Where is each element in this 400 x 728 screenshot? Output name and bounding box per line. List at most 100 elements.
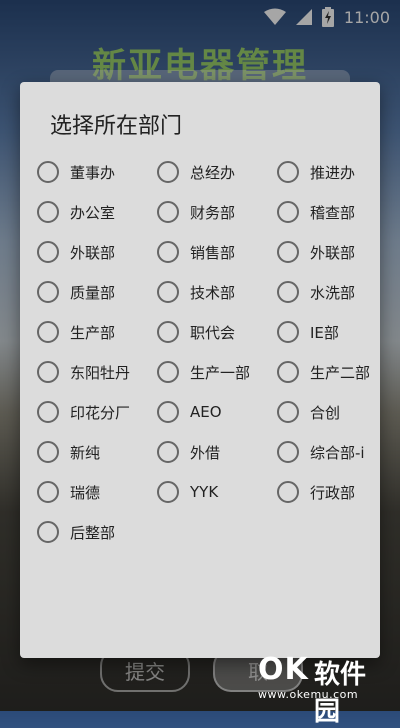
department-option[interactable]: 生产二部	[274, 352, 380, 392]
radio-icon	[157, 161, 179, 183]
option-row: 办公室 财务部 稽查部	[34, 192, 380, 232]
option-row: 后整部	[34, 512, 380, 552]
radio-icon	[277, 281, 299, 303]
radio-icon	[157, 201, 179, 223]
department-option[interactable]: IE部	[274, 312, 380, 352]
dialog-title: 选择所在部门	[50, 114, 183, 139]
department-option[interactable]: 水洗部	[274, 272, 380, 312]
department-option[interactable]: 新纯	[34, 432, 152, 472]
option-label: 销售部	[190, 243, 236, 262]
department-option[interactable]: 办公室	[34, 192, 152, 232]
radio-icon	[157, 361, 179, 383]
department-option[interactable]: 生产一部	[154, 352, 272, 392]
option-label: 外联部	[70, 243, 116, 262]
radio-icon	[277, 481, 299, 503]
option-label: 推进办	[310, 163, 356, 182]
radio-icon	[277, 161, 299, 183]
department-option[interactable]: 东阳牡丹	[34, 352, 152, 392]
option-label: 技术部	[190, 283, 236, 302]
radio-icon	[277, 441, 299, 463]
option-label: 东阳牡丹	[70, 363, 131, 382]
department-option[interactable]: YYK	[154, 472, 272, 512]
radio-icon	[37, 161, 59, 183]
radio-icon	[37, 401, 59, 423]
option-row: 东阳牡丹 生产一部 生产二部	[34, 352, 380, 392]
option-row: 瑞德 YYK 行政部	[34, 472, 380, 512]
option-label: 外联部	[310, 243, 356, 262]
radio-icon	[157, 241, 179, 263]
radio-icon	[277, 361, 299, 383]
department-option[interactable]: 生产部	[34, 312, 152, 352]
department-option[interactable]: 外联部	[34, 232, 152, 272]
department-option[interactable]: 合创	[274, 392, 380, 432]
option-label: YYK	[190, 483, 219, 501]
option-row: 董事办 总经办 推进办	[34, 152, 380, 192]
option-row: 新纯 外借 综合部-i	[34, 432, 380, 472]
option-row: 外联部 销售部 外联部	[34, 232, 380, 272]
option-label: 总经办	[190, 163, 236, 182]
radio-icon	[37, 481, 59, 503]
radio-icon	[157, 401, 179, 423]
radio-icon	[37, 521, 59, 543]
radio-icon	[277, 241, 299, 263]
option-label: 水洗部	[310, 283, 356, 302]
option-label: AEO	[190, 403, 222, 421]
department-option[interactable]: 外联部	[274, 232, 380, 272]
radio-icon	[157, 281, 179, 303]
option-row: 质量部 技术部 水洗部	[34, 272, 380, 312]
option-label: 生产二部	[310, 363, 371, 382]
department-option[interactable]: 董事办	[34, 152, 152, 192]
department-option[interactable]: 外借	[154, 432, 272, 472]
radio-icon	[37, 241, 59, 263]
department-options: 董事办 总经办 推进办 办公室 财务部 稽查部 外联部 销售部 外联部 质量部 …	[34, 152, 380, 552]
option-label: 职代会	[190, 323, 236, 342]
option-label: 行政部	[310, 483, 356, 502]
radio-icon	[37, 441, 59, 463]
watermark-url: www.okemu.com	[258, 688, 359, 701]
option-label: 财务部	[190, 203, 236, 222]
department-dialog: 选择所在部门 董事办 总经办 推进办 办公室 财务部 稽查部 外联部 销售部 外…	[20, 82, 380, 658]
department-option[interactable]: 总经办	[154, 152, 272, 192]
option-label: 董事办	[70, 163, 116, 182]
radio-icon	[37, 281, 59, 303]
option-label: 办公室	[70, 203, 116, 222]
department-option[interactable]: 职代会	[154, 312, 272, 352]
department-option[interactable]: 推进办	[274, 152, 380, 192]
department-option[interactable]: 技术部	[154, 272, 272, 312]
option-row: 生产部 职代会 IE部	[34, 312, 380, 352]
radio-icon	[277, 201, 299, 223]
radio-icon	[157, 441, 179, 463]
watermark: OK 软件园 www.okemu.com	[258, 652, 390, 727]
option-label: 生产部	[70, 323, 116, 342]
radio-icon	[37, 361, 59, 383]
option-label: 综合部-i	[310, 443, 365, 462]
radio-icon	[157, 481, 179, 503]
department-option[interactable]: 瑞德	[34, 472, 152, 512]
option-label: 外借	[190, 443, 221, 462]
option-label: 瑞德	[70, 483, 101, 502]
radio-icon	[37, 321, 59, 343]
option-label: 稽查部	[310, 203, 356, 222]
department-option[interactable]: 质量部	[34, 272, 152, 312]
department-option[interactable]: 销售部	[154, 232, 272, 272]
radio-icon	[277, 321, 299, 343]
option-label: IE部	[310, 323, 339, 342]
department-option[interactable]: 稽查部	[274, 192, 380, 232]
department-option[interactable]: 后整部	[34, 512, 152, 552]
option-label: 后整部	[70, 523, 116, 542]
radio-icon	[37, 201, 59, 223]
option-label: 质量部	[70, 283, 116, 302]
department-option[interactable]: 财务部	[154, 192, 272, 232]
department-option[interactable]: 印花分厂	[34, 392, 152, 432]
radio-icon	[157, 321, 179, 343]
watermark-logo: OK	[258, 652, 309, 687]
option-label: 新纯	[70, 443, 101, 462]
option-row: 印花分厂 AEO 合创	[34, 392, 380, 432]
option-label: 生产一部	[190, 363, 251, 382]
department-option[interactable]: AEO	[154, 392, 272, 432]
department-option[interactable]: 综合部-i	[274, 432, 380, 472]
option-label: 合创	[310, 403, 341, 422]
department-option[interactable]: 行政部	[274, 472, 380, 512]
radio-icon	[277, 401, 299, 423]
option-label: 印花分厂	[70, 403, 131, 422]
